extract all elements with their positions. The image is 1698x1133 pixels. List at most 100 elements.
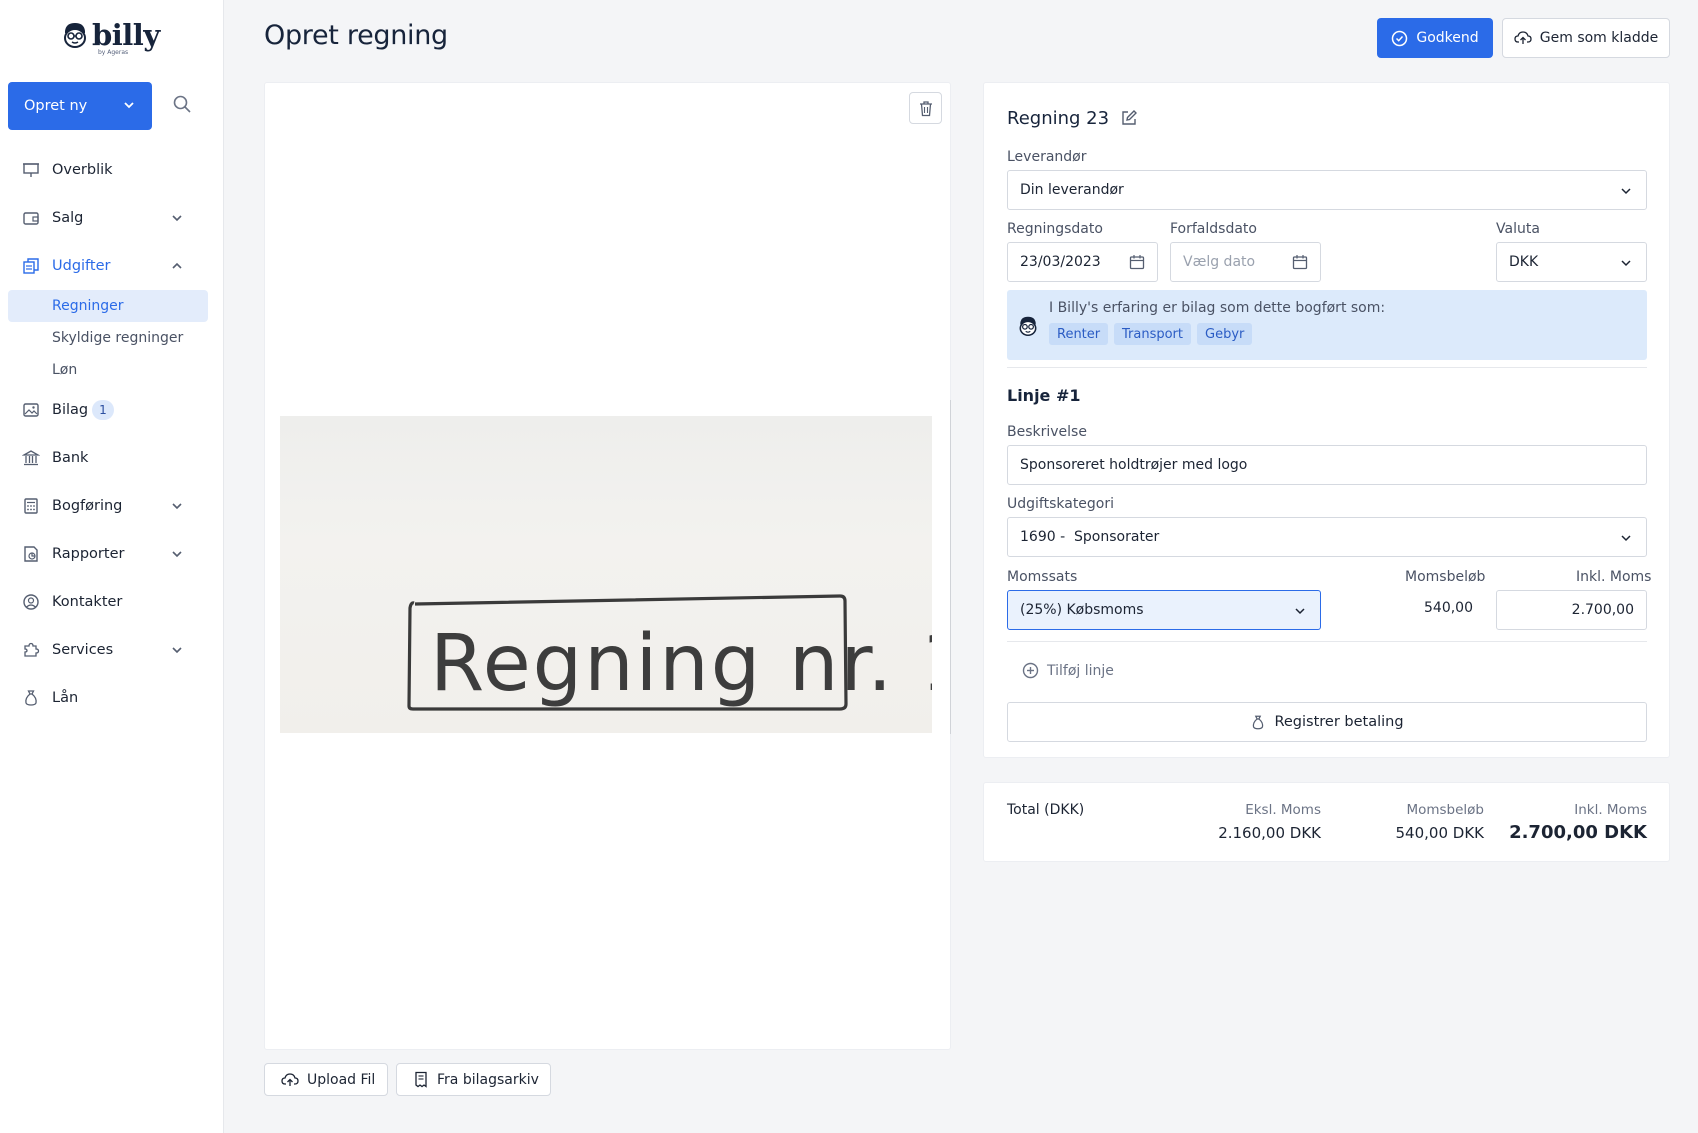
calculator-icon	[24, 498, 38, 514]
register-payment-button[interactable]: Registrer betaling	[1007, 702, 1647, 742]
vendor-label: Leverandør	[1007, 149, 1087, 165]
sidebar-item-label: Bogføring	[52, 498, 123, 514]
bill-date-input[interactable]: 23/03/2023	[1007, 242, 1158, 282]
expense-category-select[interactable]: 1690 - Sponsorater	[1007, 517, 1647, 557]
approve-button[interactable]: Godkend	[1377, 18, 1493, 58]
calendar-icon[interactable]	[1129, 254, 1145, 270]
incl-vat-label: Inkl. Moms	[1576, 569, 1652, 585]
sidebar-item-salg[interactable]: Salg	[8, 202, 208, 234]
puzzle-icon	[24, 642, 40, 657]
description-label: Beskrivelse	[1007, 424, 1087, 440]
from-archive-button[interactable]: Fra bilagsarkiv	[396, 1063, 551, 1096]
sidebar-item-label: Salg	[52, 210, 84, 226]
sidebar-subitem-label: Løn	[52, 362, 78, 378]
sidebar-subitem-loen[interactable]: Løn	[8, 354, 208, 386]
description-input[interactable]: Sponsoreret holdtrøjer med logo	[1007, 445, 1647, 485]
due-date-input[interactable]: Vælg dato	[1170, 242, 1321, 282]
bill-handwritten-text: Regning nr. 1	[430, 619, 932, 709]
money-bag-icon	[25, 690, 37, 706]
chevron-down-icon	[124, 102, 134, 109]
sidebar-item-bogfoering[interactable]: Bogføring	[8, 490, 208, 522]
receipts-icon	[23, 258, 39, 274]
bill-date-label: Regningsdato	[1007, 221, 1103, 237]
sidebar-item-label: Udgifter	[52, 258, 111, 274]
currency-value: DKK	[1509, 254, 1539, 270]
billy-face-icon	[1019, 316, 1037, 336]
sidebar-subitem-label: Skyldige regninger	[52, 330, 184, 346]
upload-file-button[interactable]: Upload Fil	[264, 1063, 388, 1096]
delete-document-button[interactable]	[909, 92, 942, 124]
sidebar-item-overblik[interactable]: Overblik	[8, 154, 208, 186]
suggestion-chip-gebyr[interactable]: Gebyr	[1197, 323, 1253, 345]
sidebar-item-rapporter[interactable]: Rapporter	[8, 538, 208, 570]
total-vat-label: Momsbeløb	[1406, 802, 1484, 818]
sidebar-item-laan[interactable]: Lån	[8, 682, 208, 714]
chevron-down-icon	[1621, 188, 1631, 195]
bilag-count-badge: 1	[92, 400, 114, 420]
divider	[1007, 367, 1647, 368]
sidebar-item-udgifter[interactable]: Udgifter	[8, 250, 208, 282]
add-line-button[interactable]: Tilføj linje	[1022, 662, 1114, 679]
sidebar-item-label: Services	[52, 642, 114, 658]
sidebar-item-kontakter[interactable]: Kontakter	[8, 586, 208, 618]
bill-date-value: 23/03/2023	[1020, 254, 1101, 270]
chevron-down-icon	[1621, 535, 1631, 542]
sidebar-subitem-regninger[interactable]: Regninger	[8, 290, 208, 322]
document-scrollbar[interactable]	[950, 400, 951, 734]
sidebar-item-label: Lån	[52, 690, 79, 706]
suggestion-chip-renter[interactable]: Renter	[1049, 323, 1109, 345]
total-incl-vat-value: 2.700,00 DKK	[1509, 822, 1647, 843]
vat-rate-select[interactable]: (25%) Købsmoms	[1007, 590, 1321, 630]
total-excl-vat-label: Eksl. Moms	[1245, 802, 1321, 818]
total-label: Total (DKK)	[1007, 802, 1085, 818]
total-incl-vat-label: Inkl. Moms	[1574, 802, 1647, 818]
due-date-label: Forfaldsdato	[1170, 221, 1257, 237]
user-circle-icon	[23, 594, 39, 610]
incl-vat-value: 2.700,00	[1571, 602, 1634, 618]
sidebar-item-services[interactable]: Services	[8, 634, 208, 666]
sidebar-item-bank[interactable]: Bank	[8, 442, 208, 474]
wallet-icon	[23, 212, 39, 225]
save-draft-label: Gem som kladde	[1539, 30, 1659, 46]
vat-amount-label: Momsbeløb	[1405, 569, 1486, 585]
create-new-label: Opret ny	[24, 98, 88, 114]
suggestion-chip-transport[interactable]: Transport	[1114, 323, 1192, 345]
sidebar-item-label: Kontakter	[52, 594, 123, 610]
approve-label: Godkend	[1416, 30, 1479, 46]
check-circle-icon	[1392, 30, 1408, 46]
divider	[1007, 641, 1647, 642]
currency-label: Valuta	[1496, 221, 1540, 237]
sidebar-subitem-label: Regninger	[52, 298, 124, 314]
description-value: Sponsoreret holdtrøjer med logo	[1020, 457, 1248, 473]
chevron-down-icon	[172, 647, 182, 654]
sidebar-item-label: Overblik	[52, 162, 113, 178]
sidebar-item-label: Bilag	[52, 402, 89, 418]
vat-rate-label: Momssats	[1007, 569, 1078, 585]
image-icon	[23, 403, 39, 417]
expense-category-value: 1690 - Sponsorater	[1020, 529, 1160, 545]
money-bag-icon	[1253, 715, 1264, 729]
chevron-down-icon	[172, 215, 182, 222]
chevron-down-icon	[1295, 608, 1305, 615]
sidebar-subitem-skyldige-regninger[interactable]: Skyldige regninger	[8, 322, 208, 354]
plus-circle-icon	[1022, 662, 1039, 679]
calendar-icon[interactable]	[1292, 254, 1308, 270]
sidebar-item-bilag[interactable]: Bilag 1	[8, 394, 208, 426]
incl-vat-input[interactable]: 2.700,00	[1496, 590, 1647, 630]
vendor-select[interactable]: Din leverandør	[1007, 170, 1647, 210]
billy-logo[interactable]: billy by Ageras	[62, 18, 160, 56]
chevron-down-icon	[1621, 260, 1631, 267]
currency-select[interactable]: DKK	[1496, 242, 1647, 282]
search-icon[interactable]	[172, 94, 196, 118]
upload-file-label: Upload Fil	[307, 1071, 376, 1088]
edit-icon[interactable]	[1120, 109, 1138, 127]
logo-subtitle: by Ageras	[98, 49, 129, 56]
create-new-button[interactable]: Opret ny	[8, 82, 152, 130]
bill-title: Regning 23	[1007, 108, 1110, 129]
vendor-value: Din leverandør	[1020, 182, 1124, 198]
register-payment-label: Registrer betaling	[1274, 714, 1404, 730]
suggestion-text: I Billy's erfaring er bilag som dette bo…	[1049, 300, 1386, 316]
trash-icon	[919, 100, 932, 116]
save-draft-button[interactable]: Gem som kladde	[1502, 18, 1670, 58]
chevron-down-icon	[172, 551, 182, 558]
